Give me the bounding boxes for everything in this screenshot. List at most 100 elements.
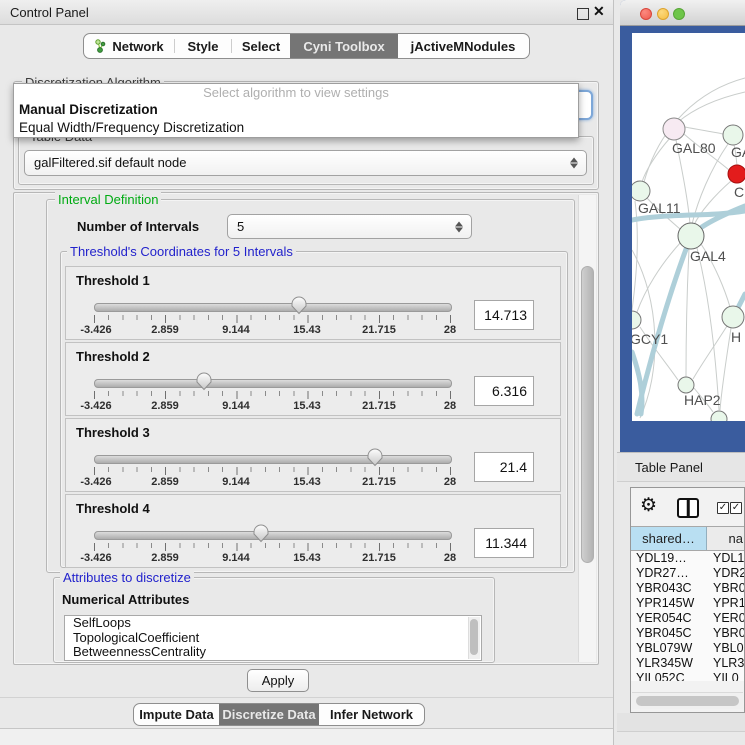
tab-select[interactable]: Select (232, 34, 290, 58)
slider-major-ticks (94, 315, 451, 323)
threshold-1-slider-thumb[interactable] (290, 295, 308, 315)
node-selected-red[interactable] (728, 165, 745, 183)
table-data-group: Table Data galFiltered.sif default node (18, 136, 594, 185)
threshold-3-panel: Threshold 3 -3.426 2.859 9.144 15.43 21.… (65, 418, 561, 492)
zoom-traffic-light-icon[interactable] (673, 8, 685, 20)
node-gal80[interactable] (663, 118, 685, 140)
tab-discretize-data[interactable]: Discretize Data (219, 704, 319, 725)
threshold-2-value-field[interactable]: 6.316 (474, 376, 534, 406)
network-window-titlebar (620, 0, 745, 26)
number-of-intervals-value: 5 (237, 219, 244, 234)
horizontal-scrollbar[interactable] (632, 692, 743, 709)
threshold-3-slider-thumb[interactable] (366, 447, 384, 467)
control-panel: Control Panel ✕ Network Style Select Cyn… (0, 0, 614, 745)
table-row[interactable]: YBR043CYBR0 (631, 581, 744, 596)
node-ga[interactable] (723, 125, 743, 145)
tab-impute-data[interactable]: Impute Data (134, 704, 219, 725)
minimize-traffic-light-icon[interactable] (657, 8, 669, 20)
interval-definition-group: Interval Definition Number of Intervals … (46, 199, 575, 573)
tab-style[interactable]: Style (175, 34, 231, 58)
threshold-4-slider-thumb[interactable] (252, 523, 270, 543)
close-icon[interactable]: ✕ (593, 3, 605, 20)
control-panel-tabs: Network Style Select Cyni Toolbox jActiv… (83, 33, 530, 59)
vertical-scrollbar[interactable] (578, 195, 596, 662)
tab-network-label: Network (112, 39, 163, 54)
tick-label: 15.43 (293, 400, 321, 412)
dropdown-item-equal-width-frequency[interactable]: Equal Width/Frequency Discretization (14, 119, 578, 137)
threshold-3-value-field[interactable]: 21.4 (474, 452, 534, 482)
tick-label: 21.715 (362, 476, 396, 488)
tab-jactivemnodules[interactable]: jActiveMNodules (398, 34, 528, 58)
close-traffic-light-icon[interactable] (640, 8, 652, 20)
table-row[interactable]: YIL052CYIL0 (631, 671, 744, 681)
gear-icon[interactable]: ⚙ (640, 494, 657, 517)
tab-infer-network[interactable]: Infer Network (319, 704, 424, 725)
node-label-gal4: GAL4 (690, 248, 726, 264)
panel-footer (0, 729, 613, 745)
list-item-betweennesscentrality[interactable]: BetweennessCentrality (65, 645, 481, 660)
checkbox-icon[interactable]: ✓ (717, 502, 729, 514)
list-item-topologicalcoefficient[interactable]: TopologicalCoefficient (65, 631, 481, 646)
interval-definition-title: Interval Definition (55, 192, 161, 207)
number-of-intervals-label: Number of Intervals (77, 219, 199, 234)
table-toolbar: ⚙ ✓ ✓ (631, 488, 744, 526)
number-of-intervals-combobox[interactable]: 5 (227, 214, 472, 239)
apply-button[interactable]: Apply (247, 669, 309, 692)
slider-major-ticks (94, 391, 451, 399)
tick-label: 2.859 (151, 476, 179, 488)
threshold-2-slider-thumb[interactable] (195, 371, 213, 391)
threshold-2-slider[interactable] (94, 379, 452, 388)
node-hap2[interactable] (678, 377, 694, 393)
table-rows: YDL19…YDL1 YDR27…YDR2 YBR043CYBR0 YPR145… (631, 551, 744, 681)
screen: Control Panel ✕ Network Style Select Cyn… (0, 0, 745, 745)
vertical-scrollbar-thumb[interactable] (581, 266, 594, 563)
combo-arrows-icon (455, 221, 463, 232)
threshold-1-slider[interactable] (94, 303, 452, 312)
threshold-4-slider[interactable] (94, 531, 452, 540)
list-scrollbar[interactable] (468, 617, 480, 659)
column-header-name[interactable]: na (707, 527, 744, 550)
table-row[interactable]: YLR345WYLR3 (631, 656, 744, 671)
node-gal4[interactable] (678, 223, 704, 249)
horizontal-scrollbar-thumb[interactable] (636, 696, 739, 706)
list-item-selfloops[interactable]: SelfLoops (65, 616, 481, 631)
tick-label: 21.715 (362, 324, 396, 336)
tick-label: -3.426 (80, 476, 111, 488)
attributes-group-title: Attributes to discretize (60, 570, 194, 585)
table-data-combobox[interactable]: galFiltered.sif default node (24, 150, 587, 176)
tab-cyni-toolbox[interactable]: Cyni Toolbox (290, 34, 398, 58)
list-scrollbar-thumb[interactable] (470, 619, 478, 655)
table-row[interactable]: YDL19…YDL1 (631, 551, 744, 566)
node-label-h: H (731, 329, 741, 345)
slider-major-ticks (94, 543, 451, 551)
dropdown-item-manual-discretization[interactable]: Manual Discretization (14, 101, 578, 119)
threshold-3-slider[interactable] (94, 455, 452, 464)
threshold-2-label: Threshold 2 (76, 349, 150, 364)
table-row[interactable]: YDR27…YDR2 (631, 566, 744, 581)
network-canvas[interactable]: GAL80 GA C GAL11 GAL4 GCY1 H HAP2 (632, 33, 745, 421)
checkbox-icon[interactable]: ✓ (730, 502, 742, 514)
float-window-icon[interactable] (577, 8, 589, 20)
table-row[interactable]: YBR045CYBR0 (631, 626, 744, 641)
table-panel-footer (617, 713, 745, 732)
threshold-4-panel: Threshold 4 -3.426 2.859 9.144 15.43 21.… (65, 494, 561, 568)
column-header-shared[interactable]: shared… (631, 527, 707, 550)
tick-label: 9.144 (222, 476, 250, 488)
threshold-3-label: Threshold 3 (76, 425, 150, 440)
node-gal11[interactable] (632, 181, 650, 201)
table-row[interactable]: YER054CYER0 (631, 611, 744, 626)
table-row[interactable]: YPR145WYPR1 (631, 596, 744, 611)
threshold-4-value-field[interactable]: 11.344 (474, 528, 534, 558)
threshold-1-value-field[interactable]: 14.713 (474, 300, 534, 330)
tab-network[interactable]: Network (84, 34, 174, 58)
columns-icon[interactable] (677, 498, 699, 518)
node-partial-bottom[interactable] (711, 411, 727, 421)
tick-label: 15.43 (293, 476, 321, 488)
tick-label: 9.144 (222, 552, 250, 564)
node-gcy1[interactable] (632, 311, 641, 329)
network-graph: GAL80 GA C GAL11 GAL4 GCY1 H HAP2 (632, 33, 745, 421)
node-h[interactable] (722, 306, 744, 328)
tick-label: 21.715 (362, 552, 396, 564)
table-row[interactable]: YBL079WYBL0 (631, 641, 744, 656)
table-panel: ⚙ ✓ ✓ shared… na YDL19…YDL1 YDR27…YDR2 Y… (630, 487, 745, 713)
